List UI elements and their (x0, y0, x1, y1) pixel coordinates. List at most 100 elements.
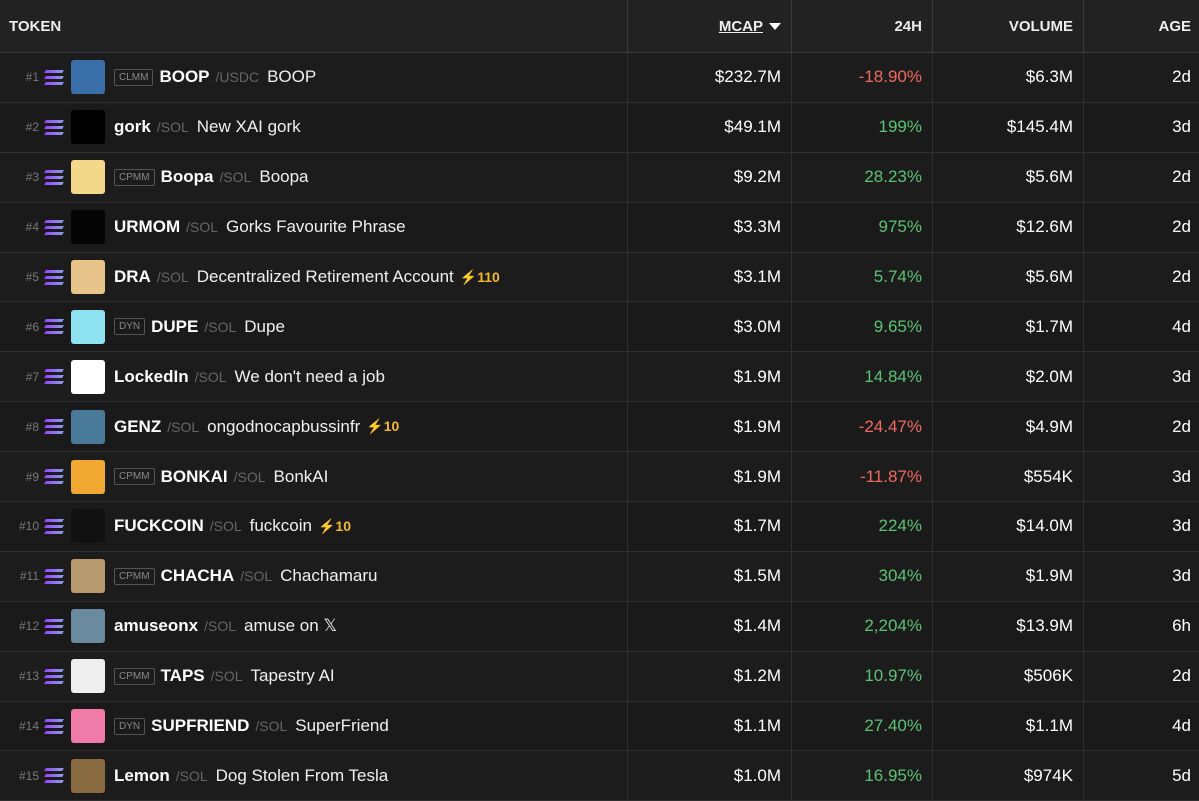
solana-icon (44, 618, 64, 634)
quote-pair: /SOL (233, 468, 266, 485)
boost-badge: ⚡10 (318, 517, 352, 534)
header-volume[interactable]: VOLUME (933, 0, 1084, 52)
token-name: SuperFriend (295, 716, 389, 736)
volume-value: $506K (933, 651, 1084, 701)
solana-icon (44, 219, 64, 235)
table-row[interactable]: #14 DYN SUPFRIEND /SOL SuperFriend $1.1M… (0, 701, 1199, 752)
change-24h-value: 975% (792, 202, 933, 252)
change-24h-value: 304% (792, 551, 933, 601)
token-cell[interactable]: #10 FUCKCOIN /SOL fuckcoin ⚡10 (0, 502, 628, 551)
quote-pair: /SOL (186, 219, 219, 236)
mcap-value: $1.5M (628, 551, 792, 601)
change-24h-value: 27.40% (792, 701, 933, 751)
table-row[interactable]: #15 Lemon /SOL Dog Stolen From Tesla $1.… (0, 751, 1199, 801)
header-mcap-label[interactable]: MCAP (719, 18, 763, 35)
solana-icon (44, 319, 64, 335)
table-row[interactable]: #1 CLMM BOOP /USDC BOOP $232.7M -18.90% … (0, 53, 1199, 103)
change-24h-value: 5.74% (792, 252, 933, 302)
token-avatar (71, 210, 105, 245)
token-name: Chachamaru (280, 566, 378, 586)
mcap-value: $1.1M (628, 701, 792, 751)
token-avatar (71, 260, 105, 294)
rank: #5 (25, 270, 39, 284)
token-symbol: amuseonx (114, 616, 199, 636)
token-name: Dupe (244, 316, 285, 336)
rank: #15 (18, 768, 39, 783)
token-cell[interactable]: #12 amuseonx /SOL amuse on 𝕏 (0, 601, 628, 651)
token-cell[interactable]: #14 DYN SUPFRIEND /SOL SuperFriend (0, 701, 628, 751)
age-value: 3d (1172, 566, 1191, 586)
rank: #2 (25, 120, 39, 135)
change-24h-value: -24.47% (792, 402, 933, 452)
table-row[interactable]: #7 LockedIn /SOL We don't need a job $1.… (0, 352, 1199, 403)
token-cell[interactable]: #6 DYN DUPE /SOL Dupe (0, 302, 628, 352)
quote-pair: /SOL (204, 618, 236, 635)
token-cell[interactable]: #13 CPMM TAPS /SOL Tapestry AI (0, 651, 628, 701)
solana-icon (44, 568, 64, 584)
token-avatar (71, 60, 105, 95)
change-24h-value: -11.87% (792, 452, 933, 502)
change-24h-value: 224% (792, 502, 933, 551)
age-value: 6h (1172, 616, 1191, 636)
quote-pair: /SOL (156, 119, 189, 136)
solana-icon (44, 768, 64, 784)
age-value: 4d (1172, 716, 1191, 736)
token-cell[interactable]: #2 gork /SOL New XAI gork (0, 102, 628, 152)
header-age[interactable]: AGE (1084, 0, 1199, 52)
age-value: 3d (1172, 516, 1191, 536)
volume-value: $5.6M (933, 152, 1084, 202)
table-row[interactable]: #6 DYN DUPE /SOL Dupe $3.0M 9.65% $1.7M … (0, 302, 1199, 353)
header-token[interactable]: TOKEN (0, 0, 628, 52)
change-24h-value: 14.84% (792, 352, 933, 402)
table-row[interactable]: #5 DRA /SOL Decentralized Retirement Acc… (0, 252, 1199, 303)
solana-icon (44, 69, 64, 85)
table-row[interactable]: #8 GENZ /SOL ongodnocapbussinfr ⚡10 $1.9… (0, 402, 1199, 453)
table-row[interactable]: #10 FUCKCOIN /SOL fuckcoin ⚡10 $1.7M 224… (0, 502, 1199, 552)
token-cell[interactable]: #4 URMOM /SOL Gorks Favourite Phrase (0, 202, 628, 252)
header-mcap[interactable]: MCAP (628, 0, 792, 52)
table-row[interactable]: #13 CPMM TAPS /SOL Tapestry AI $1.2M 10.… (0, 651, 1199, 702)
rank: #7 (25, 369, 39, 384)
sort-desc-icon[interactable] (769, 22, 781, 30)
token-avatar (71, 160, 105, 195)
volume-value: $12.6M (933, 202, 1084, 252)
table-row[interactable]: #12 amuseonx /SOL amuse on 𝕏 $1.4M 2,204… (0, 601, 1199, 652)
quote-pair: /SOL (204, 318, 237, 335)
token-cell[interactable]: #15 Lemon /SOL Dog Stolen From Tesla (0, 751, 628, 801)
token-avatar (71, 659, 105, 694)
token-symbol: DRA (114, 267, 151, 286)
quote-pair: /SOL (219, 169, 252, 186)
age-value: 2d (1172, 67, 1191, 87)
quote-pair: /SOL (194, 368, 227, 385)
token-cell[interactable]: #3 CPMM Boopa /SOL Boopa (0, 152, 628, 202)
token-cell[interactable]: #9 CPMM BONKAI /SOL BonkAI (0, 452, 628, 502)
age-value: 2d (1172, 267, 1191, 286)
age-value: 2d (1172, 416, 1191, 436)
volume-value: $4.9M (933, 402, 1084, 452)
table-row[interactable]: #9 CPMM BONKAI /SOL BonkAI $1.9M -11.87%… (0, 452, 1199, 503)
token-avatar (71, 509, 105, 544)
token-avatar (71, 559, 105, 594)
age-value: 3d (1172, 466, 1191, 486)
token-cell[interactable]: #5 DRA /SOL Decentralized Retirement Acc… (0, 252, 628, 302)
table-row[interactable]: #2 gork /SOL New XAI gork $49.1M 199% $1… (0, 102, 1199, 153)
table-row[interactable]: #4 URMOM /SOL Gorks Favourite Phrase $3.… (0, 202, 1199, 253)
quote-pair: /SOL (156, 269, 189, 285)
token-symbol: Boopa (160, 167, 214, 187)
token-symbol: BOOP (159, 67, 210, 87)
table-row[interactable]: #11 CPMM CHACHA /SOL Chachamaru $1.5M 30… (0, 551, 1199, 602)
header-24h[interactable]: 24H (792, 0, 933, 52)
change-24h-value: 199% (792, 102, 933, 152)
change-24h-value: 10.97% (792, 651, 933, 701)
token-cell[interactable]: #1 CLMM BOOP /USDC BOOP (0, 53, 628, 102)
volume-value: $5.6M (933, 252, 1084, 302)
table-body: #1 CLMM BOOP /USDC BOOP $232.7M -18.90% … (0, 53, 1199, 801)
token-avatar (71, 709, 105, 744)
token-cell[interactable]: #11 CPMM CHACHA /SOL Chachamaru (0, 551, 628, 601)
volume-value: $2.0M (933, 352, 1084, 402)
table-row[interactable]: #3 CPMM Boopa /SOL Boopa $9.2M 28.23% $5… (0, 152, 1199, 203)
token-cell[interactable]: #8 GENZ /SOL ongodnocapbussinfr ⚡10 (0, 402, 628, 452)
token-name: We don't need a job (234, 366, 385, 386)
token-cell[interactable]: #7 LockedIn /SOL We don't need a job (0, 352, 628, 402)
token-name: Dog Stolen From Tesla (215, 765, 389, 785)
